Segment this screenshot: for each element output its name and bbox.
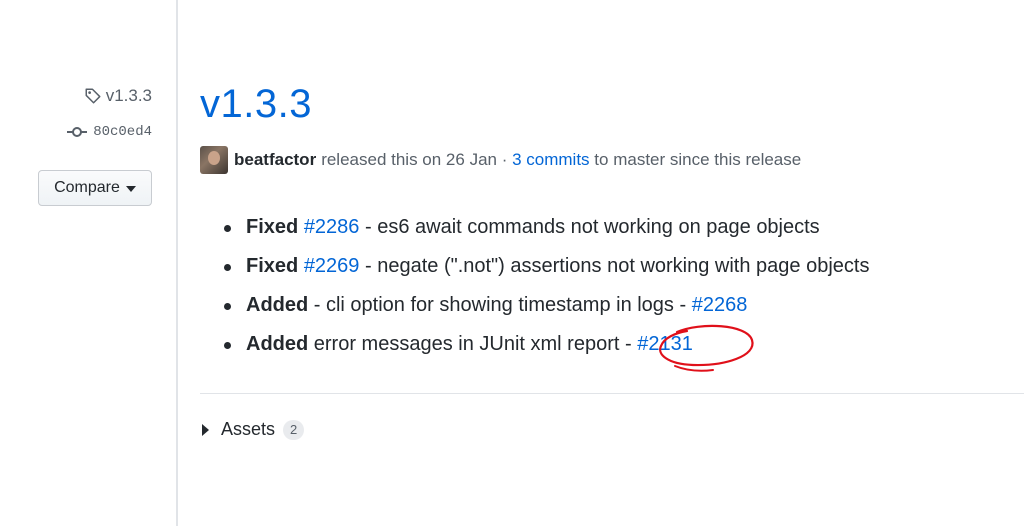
release-sidebar: v1.3.3 80c0ed4 Compare bbox=[0, 0, 176, 526]
section-divider bbox=[200, 393, 1024, 394]
list-item: Added error messages in JUnit xml report… bbox=[220, 325, 869, 364]
assets-count-badge: 2 bbox=[283, 419, 305, 440]
git-commit-icon bbox=[67, 127, 88, 137]
note-type: Fixed bbox=[246, 216, 299, 238]
assets-toggle[interactable]: Assets 2 bbox=[202, 419, 305, 440]
issue-link[interactable]: #2286 bbox=[304, 216, 360, 238]
tag-icon bbox=[85, 88, 101, 104]
note-text: - cli option for showing timestamp in lo… bbox=[308, 294, 692, 316]
release-notes-list: Fixed #2286 - es6 await commands not wor… bbox=[220, 208, 869, 364]
list-item: Fixed #2269 - negate (".not") assertions… bbox=[220, 247, 869, 286]
caret-down-icon bbox=[125, 186, 136, 192]
avatar[interactable] bbox=[200, 146, 228, 174]
compare-label: Compare bbox=[54, 179, 120, 196]
commits-link[interactable]: 3 commits bbox=[512, 150, 589, 170]
note-type: Fixed bbox=[246, 255, 299, 277]
list-item: Added - cli option for showing timestamp… bbox=[220, 286, 869, 325]
list-item: Fixed #2286 - es6 await commands not wor… bbox=[220, 208, 869, 247]
issue-link[interactable]: #2268 bbox=[692, 294, 748, 316]
compare-button[interactable]: Compare bbox=[38, 170, 152, 206]
tag-link[interactable]: v1.3.3 bbox=[84, 86, 152, 106]
timeline-divider bbox=[176, 0, 178, 526]
note-text: - negate (".not") assertions not working… bbox=[359, 255, 870, 277]
note-text: - es6 await commands not working on page… bbox=[359, 216, 820, 238]
assets-label: Assets bbox=[221, 419, 276, 439]
author-link[interactable]: beatfactor bbox=[234, 150, 316, 170]
issue-link[interactable]: #2131 bbox=[637, 333, 693, 355]
note-type: Added bbox=[246, 333, 309, 355]
tag-label: v1.3.3 bbox=[105, 86, 152, 105]
triangle-right-icon bbox=[202, 423, 209, 436]
release-title[interactable]: v1.3.3 bbox=[200, 82, 312, 127]
released-text: released this on 26 Jan · bbox=[321, 150, 508, 169]
release-body: v1.3.3 beatfactor released this on 26 Ja… bbox=[200, 0, 1024, 526]
note-text: error messages in JUnit xml report - bbox=[308, 333, 638, 355]
commit-link[interactable]: 80c0ed4 bbox=[67, 124, 152, 140]
commits-suffix: to master since this release bbox=[594, 150, 802, 169]
commit-sha: 80c0ed4 bbox=[93, 124, 152, 140]
release-meta: beatfactor released this on 26 Jan · 3 c… bbox=[200, 146, 801, 174]
note-type: Added bbox=[246, 294, 309, 316]
issue-link[interactable]: #2269 bbox=[304, 255, 360, 277]
